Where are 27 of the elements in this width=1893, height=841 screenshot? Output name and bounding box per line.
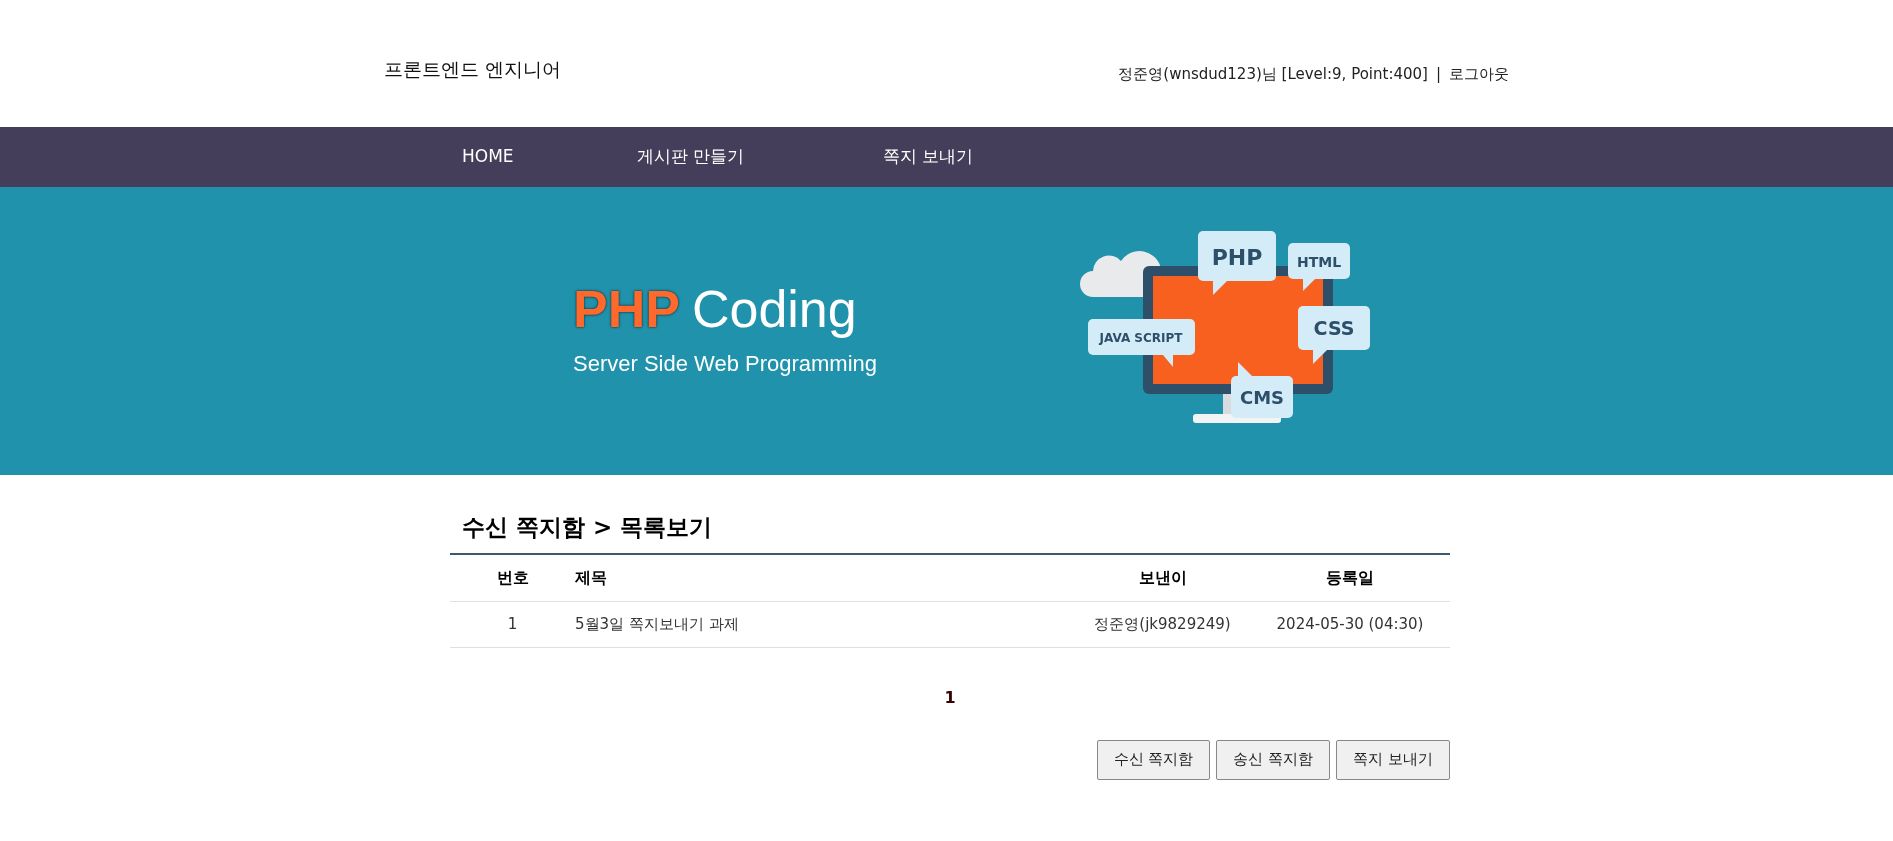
message-subject-link[interactable]: 5월3일 쪽지보내기 과제 (575, 612, 1075, 636)
site-title[interactable]: 프론트엔드 엔지니어 (384, 55, 562, 84)
nav-link[interactable]: HOME (462, 144, 637, 170)
nav-button[interactable]: 송신 쪽지함 (1216, 739, 1331, 780)
column-header: 등록일 (1325, 566, 1375, 589)
table-cell-text: 1 (506, 613, 519, 635)
column-header: 제목 (575, 566, 608, 589)
nav-button[interactable]: 수신 쪽지함 (1096, 739, 1211, 780)
bubble-label: CSS (1313, 317, 1355, 339)
page-heading: 수신 쪽지함 > 목록보기 (461, 513, 714, 542)
bubble-label: JAVA SCRIPT (1099, 331, 1183, 345)
bubble-label: PHP (1211, 245, 1263, 270)
table-cell-text: 2024-05-30 (04:30) (1275, 613, 1425, 635)
page-link[interactable]: 1 (940, 685, 960, 710)
separator: | (1435, 64, 1441, 85)
bubble-label: HTML (1296, 254, 1342, 270)
user-info: 정준영(wnsdud123)님 [Level:9, Point:400] (1118, 64, 1428, 85)
table-cell-text: 정준영(jk9829249) (1093, 613, 1232, 635)
logout-link[interactable]: 로그아웃 (1449, 63, 1509, 86)
nav-button[interactable]: 쪽지 보내기 (1336, 739, 1450, 780)
bubble-label: CMS (1239, 387, 1285, 408)
banner-title-accent: PHP (573, 282, 680, 335)
column-header: 보낸이 (1137, 566, 1188, 589)
column-header: 번호 (495, 566, 530, 589)
nav-link[interactable]: 쪽지 보내기 (883, 144, 1083, 170)
nav-link[interactable]: 게시판 만들기 (637, 144, 883, 170)
banner-subtitle: Server Side Web Programming (573, 349, 879, 378)
